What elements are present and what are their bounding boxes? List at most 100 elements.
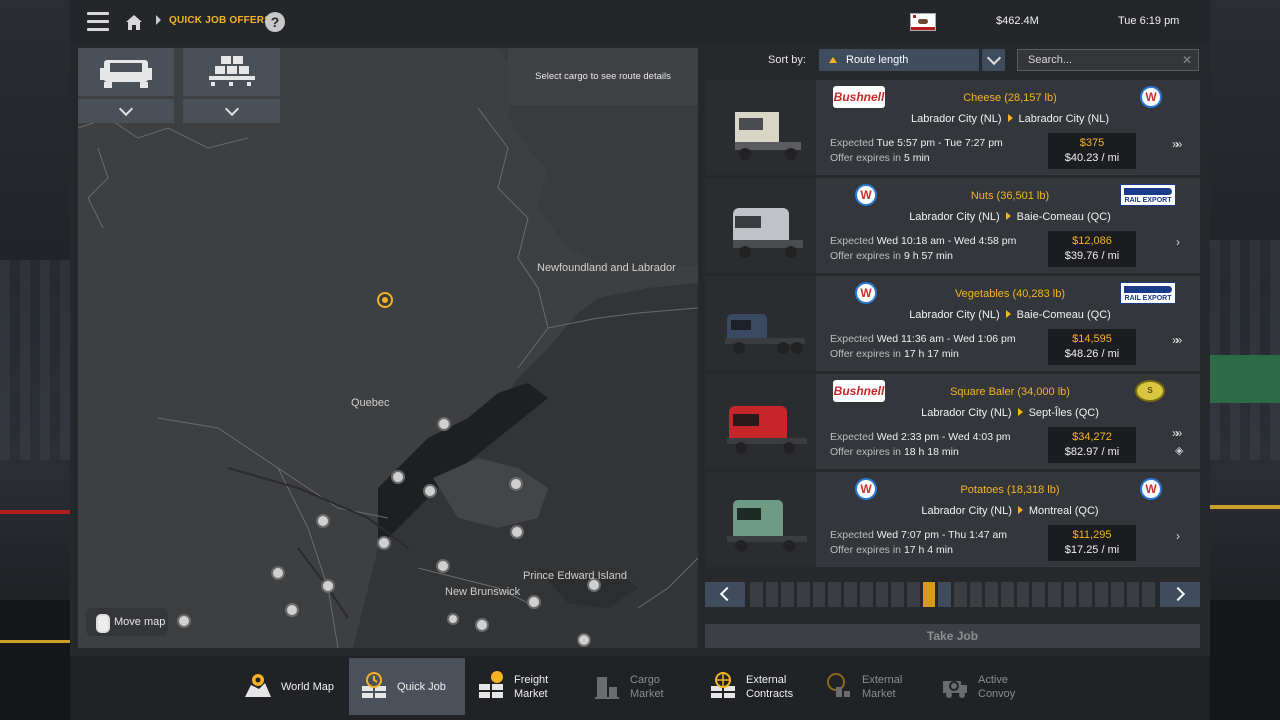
truck-thumbnail [705,374,816,469]
job-card[interactable]: Bushnell W Cheese (28,157 lb) Labrador C… [705,80,1200,175]
expected-time: Expected Wed 2:33 pm - Wed 4:03 pm [830,431,1011,443]
nav-quick-job[interactable]: Quick Job [349,658,465,715]
truck-thumbnail [705,472,816,567]
chevron-down-icon [224,101,239,117]
page-dot[interactable] [1001,582,1014,607]
search-input[interactable] [1026,53,1180,67]
truck-filter-button[interactable] [78,48,174,96]
truck-filter-dropdown[interactable] [78,99,174,123]
chevron-down-icon [986,50,1001,66]
nav-external-market[interactable]: External Market [814,658,924,715]
nav-world-map[interactable]: World Map [233,658,343,715]
page-dot[interactable] [1016,582,1030,607]
job-route: Labrador City (NL) Baie-Comeau (QC) [909,211,1111,223]
external-market-icon [827,673,850,697]
page-dot[interactable] [1095,582,1108,607]
search-field[interactable]: ✕ [1017,49,1199,71]
diamond-icon: ◈ [1175,445,1184,457]
page-dot[interactable] [828,582,842,607]
page-dot[interactable] [1110,582,1124,607]
nav-cargo-market[interactable]: Cargo Market [582,658,692,715]
page-dot[interactable] [1126,582,1140,607]
page-dot[interactable] [1079,582,1093,607]
route-arrow-icon [1007,114,1013,122]
offer-expiry: Offer expires in 9 h 57 min [830,250,953,262]
job-card[interactable]: W W Potatoes (18,318 lb) Labrador City (… [705,472,1200,567]
sort-select[interactable]: Route length [819,49,979,71]
chevron-right-icon [1170,586,1186,602]
nav-freight-market[interactable]: Freight Market [466,658,576,715]
job-pay: $34,272 $82.97 / mi [1048,427,1136,463]
breadcrumb-arrow-icon [156,15,161,25]
home-icon[interactable] [124,12,144,32]
job-card[interactable]: W RAIL EXPORT Vegetables (40,283 lb) Lab… [705,276,1200,371]
page-dot[interactable] [812,582,826,607]
page-dot[interactable] [859,582,873,607]
page-indicator [750,582,1155,607]
world-map-icon [245,674,271,697]
page-dot[interactable] [1142,582,1155,607]
job-card[interactable]: Bushnell S Square Baler (34,000 lb) Labr… [705,374,1200,469]
sort-dropdown-button[interactable] [982,49,1005,71]
page-dot[interactable] [953,582,967,607]
world-map-view[interactable] [78,48,698,648]
job-route: Labrador City (NL) Baie-Comeau (QC) [909,309,1111,321]
quick-job-icon [362,672,386,698]
chevron-down-icon [118,101,134,117]
map-label-newfoundland: Newfoundland and Labrador [537,262,676,274]
truck-thumbnail [705,178,816,273]
cargo-filter-button[interactable] [183,48,280,96]
route-arrow-icon [1017,506,1023,514]
expected-time: Expected Wed 11:36 am - Wed 1:06 pm [830,333,1016,345]
money-balance: $462.4M [996,15,1039,27]
page-dot[interactable] [938,582,951,607]
active-convoy-label: Active Convoy [978,673,1016,700]
job-pay: $375 $40.23 / mi [1048,133,1136,169]
nav-external-contracts[interactable]: External Contracts [698,658,808,715]
page-dot[interactable] [1063,582,1077,607]
california-flag-icon [910,13,936,31]
menu-icon[interactable] [87,12,109,32]
sort-label: Sort by: [768,54,806,66]
page-dot[interactable] [906,582,920,607]
cargo-market-label: Cargo Market [630,673,664,700]
job-pay: $11,295 $17.25 / mi [1048,525,1136,561]
offer-expiry: Offer expires in 17 h 17 min [830,348,959,360]
take-job-button[interactable]: Take Job [705,624,1200,648]
expected-time: Expected Tue 5:57 pm - Tue 7:27 pm [830,137,1003,149]
page-dot[interactable] [891,582,904,607]
page-dot[interactable] [781,582,795,607]
help-button[interactable]: ? [265,12,285,32]
game-time: Tue 6:19 pm [1118,15,1180,27]
page-dot[interactable] [765,582,779,607]
page-dot[interactable] [969,582,983,607]
nav-active-convoy[interactable]: Active Convoy [930,658,1040,715]
page-dot[interactable] [985,582,998,607]
page-dot[interactable] [797,582,810,607]
cargo-market-icon [595,677,619,699]
offer-expiry: Offer expires in 18 h 18 min [830,446,959,458]
page-dot[interactable] [844,582,857,607]
route-arrow-icon [1017,408,1023,416]
clear-search-icon[interactable]: ✕ [1182,53,1192,67]
next-page-button[interactable] [1160,582,1200,607]
expected-time: Expected Wed 10:18 am - Wed 4:58 pm [830,235,1017,247]
chevron-left-icon [719,586,735,602]
map-label-quebec: Quebec [351,397,390,409]
active-convoy-icon [943,681,967,698]
previous-page-button[interactable] [705,582,745,607]
cargo-filter-dropdown[interactable] [183,99,280,123]
expected-time: Expected Wed 7:07 pm - Thu 1:47 am [830,529,1008,541]
urgency-icon: »» [1172,333,1183,347]
job-route: Labrador City (NL) Montreal (QC) [921,505,1099,517]
page-dot[interactable] [1032,582,1046,607]
sort-ascending-icon [829,57,837,63]
page-dot-active[interactable] [922,582,936,607]
freight-market-icon [479,671,503,698]
route-arrow-icon [1005,212,1011,220]
job-card[interactable]: W RAIL EXPORT Nuts (36,501 lb) Labrador … [705,178,1200,273]
cargo-name: Square Baler (34,000 lb) [950,386,1070,398]
page-dot[interactable] [750,582,763,607]
page-dot[interactable] [1048,582,1061,607]
page-dot[interactable] [875,582,889,607]
